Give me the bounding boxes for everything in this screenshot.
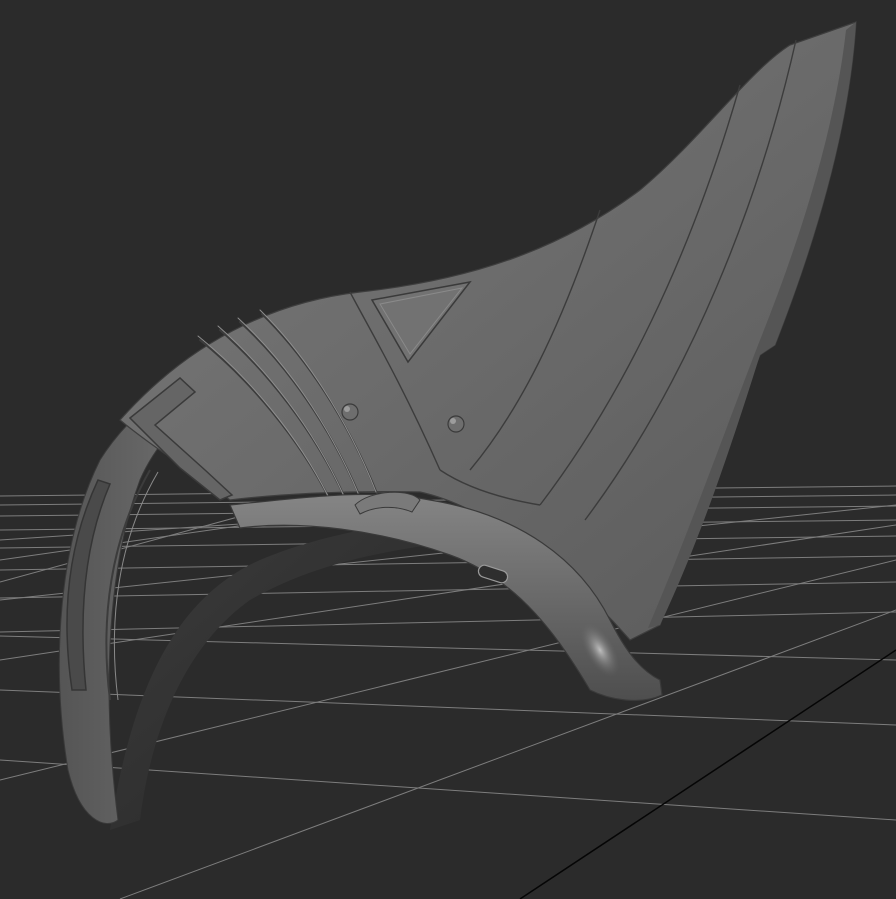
rivet-left xyxy=(341,403,359,421)
inner-band-shadow xyxy=(110,512,470,830)
viewport-canvas[interactable] xyxy=(0,0,896,899)
rivet-left-shine xyxy=(344,406,350,412)
rivet-right-shine xyxy=(450,418,456,424)
3d-viewport[interactable] xyxy=(0,0,896,899)
rivet-right xyxy=(447,415,465,433)
grid-axis-line xyxy=(519,649,896,899)
